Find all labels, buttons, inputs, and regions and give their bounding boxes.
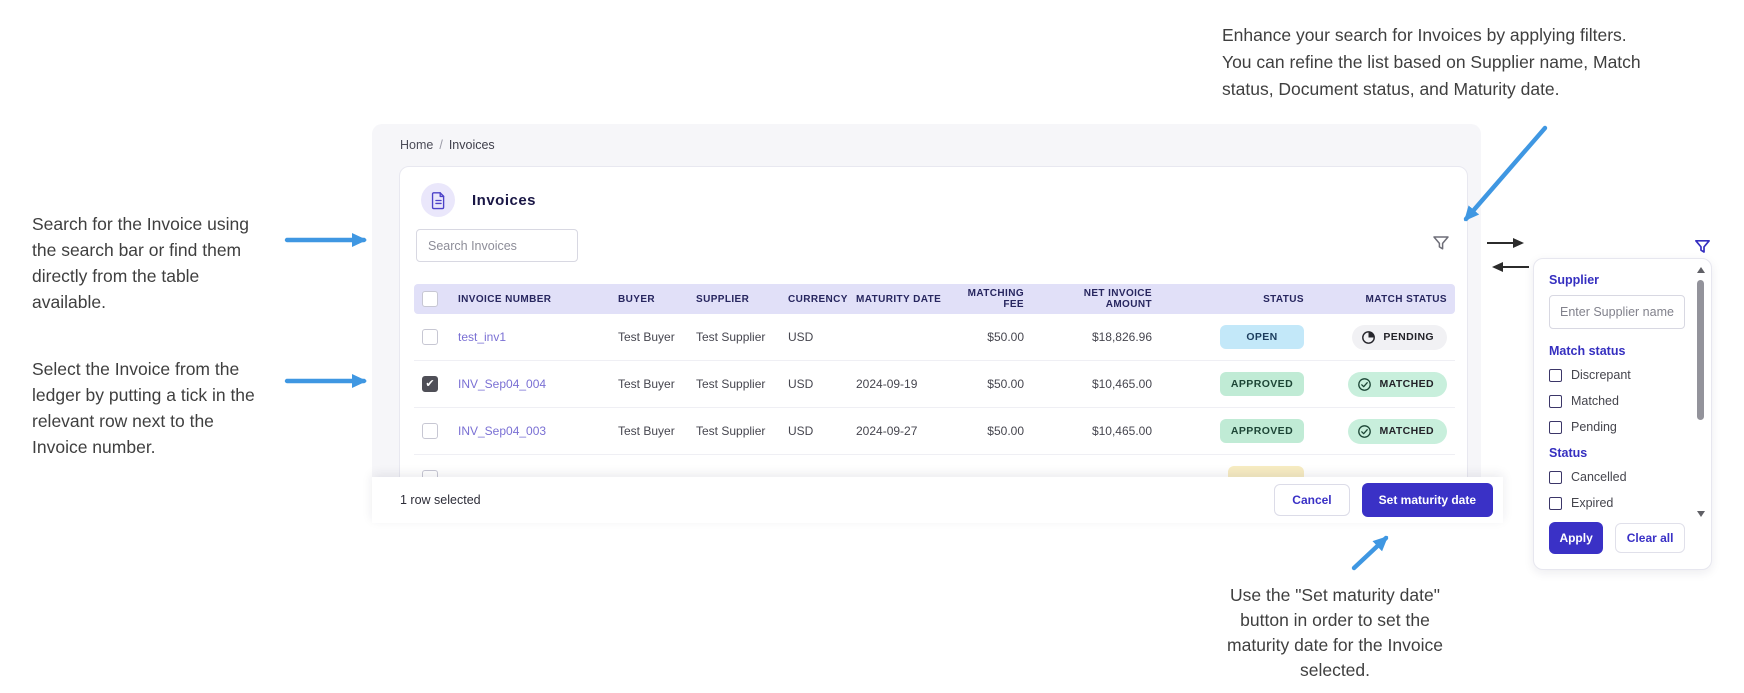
column-header: MATCH STATUS [1365, 293, 1447, 305]
column-header: MATCHING FEE [967, 288, 1024, 310]
filter-option-label: Cancelled [1571, 470, 1627, 484]
selection-footer: 1 row selected Cancel Set maturity date [372, 477, 1503, 523]
status-badge: OPEN [1220, 325, 1304, 349]
buyer-cell: Test Buyer [618, 377, 675, 391]
breadcrumb-home[interactable]: Home [400, 138, 433, 152]
scroll-up-icon[interactable] [1697, 267, 1705, 273]
supplier-cell: Test Supplier [696, 424, 766, 438]
column-header: MATURITY DATE [856, 293, 942, 305]
clear-all-button[interactable]: Clear all [1615, 523, 1685, 553]
annotation-set-maturity-note: Use the "Set maturity date" button in or… [1227, 585, 1443, 680]
column-header: CURRENCY [788, 293, 848, 305]
breadcrumb-separator: / [439, 138, 443, 152]
filter-icon[interactable] [1432, 234, 1450, 252]
matching-fee-cell: $50.00 [987, 424, 1024, 438]
status-filter-label: Status [1549, 446, 1588, 460]
apply-button[interactable]: Apply [1549, 522, 1604, 554]
filter-option-label: Matched [1571, 394, 1619, 408]
supplier-name-input[interactable] [1549, 295, 1685, 329]
currency-cell: USD [788, 424, 814, 438]
annotation-select-note: Select the Invoice from the ledger by pu… [32, 359, 255, 457]
select-all-checkbox[interactable] [422, 291, 438, 307]
filter-checkbox[interactable] [1549, 394, 1562, 408]
column-header: STATUS [1263, 293, 1304, 305]
cancel-button[interactable]: Cancel [1274, 484, 1350, 516]
filter-checkbox[interactable] [1549, 420, 1562, 434]
buyer-cell: Test Buyer [618, 424, 675, 438]
currency-cell: USD [788, 330, 814, 344]
match-status-filter-label: Match status [1549, 344, 1626, 358]
table-header-row: INVOICE NUMBER BUYER SUPPLIER CURRENCY MATUR… [414, 284, 1455, 314]
check-circle-icon [1357, 377, 1372, 392]
match-status-badge: MATCHED [1348, 418, 1447, 444]
filter-checkbox[interactable] [1549, 368, 1562, 382]
scroll-down-icon[interactable] [1697, 511, 1705, 517]
status-badge: APPROVED [1220, 372, 1304, 396]
breadcrumb: Home / Invoices [400, 138, 495, 152]
match-status-badge: PENDING [1352, 324, 1447, 350]
table-row: INV_Sep04_003 Test Buyer Test Supplier U… [414, 408, 1455, 455]
status-option-expired[interactable]: Expired [1549, 496, 1685, 510]
supplier-filter-label: Supplier [1549, 273, 1600, 287]
column-header: INVOICE NUMBER [458, 293, 552, 305]
column-header: SUPPLIER [696, 293, 750, 305]
annotation-filters-note: Enhance your search for Invoices by appl… [1222, 25, 1641, 99]
column-header: BUYER [618, 293, 656, 305]
maturity-date-cell: 2024-09-27 [856, 424, 918, 438]
screenshot-canvas: Enhance your search for Invoices by appl… [0, 0, 1744, 693]
selection-count: 1 row selected [400, 493, 481, 507]
filter-checkbox[interactable] [1549, 496, 1562, 510]
pie-chart-icon [1361, 330, 1376, 345]
check-circle-icon [1357, 424, 1372, 439]
match-status-option-discrepant[interactable]: Discrepant [1549, 368, 1685, 382]
arrow-to-set-maturity-button [1351, 535, 1389, 571]
filter-option-label: Discrepant [1571, 368, 1631, 382]
set-maturity-date-button[interactable]: Set maturity date [1361, 483, 1493, 517]
matching-fee-cell: $50.00 [987, 330, 1024, 344]
filter-panel-icon[interactable] [1694, 238, 1711, 255]
table-body: test_inv1 Test Buyer Test Supplier USD $… [414, 314, 1455, 455]
status-badge: APPROVED [1220, 419, 1304, 443]
maturity-date-cell: 2024-09-19 [856, 377, 918, 391]
scrollbar-thumb[interactable] [1697, 280, 1704, 420]
search-input[interactable] [416, 229, 578, 262]
scrollbar[interactable] [1696, 267, 1706, 517]
table-row: INV_Sep04_004 Test Buyer Test Supplier U… [414, 361, 1455, 408]
status-options: Cancelled Expired [1549, 470, 1685, 510]
table-row: test_inv1 Test Buyer Test Supplier USD $… [414, 314, 1455, 361]
invoice-document-icon [421, 183, 455, 217]
annotation-search-note: Search for the Invoice using the search … [32, 214, 249, 312]
matching-fee-cell: $50.00 [987, 377, 1024, 391]
supplier-cell: Test Supplier [696, 377, 766, 391]
filter-checkbox[interactable] [1549, 470, 1562, 484]
page-title: Invoices [472, 191, 537, 209]
invoices-table: INVOICE NUMBER BUYER SUPPLIER CURRENCY MATUR… [414, 284, 1455, 477]
filter-option-label: Pending [1571, 420, 1617, 434]
invoice-number-link[interactable]: INV_Sep04_003 [458, 424, 546, 438]
card-header: Invoices [421, 183, 536, 217]
row-checkbox[interactable] [422, 423, 438, 439]
app-window: Home / Invoices Invoices Search Invoices… [372, 124, 1481, 478]
invoice-number-link[interactable]: test_inv1 [458, 330, 506, 344]
net-invoice-amount-cell: $10,465.00 [1091, 424, 1152, 438]
invoices-card: Invoices INVOICE NUMBER BUYER SUPPLIER CURR… [399, 166, 1468, 478]
match-status-options: Discrepant Matched Pending [1549, 368, 1685, 434]
filter-option-label: Expired [1571, 496, 1614, 510]
breadcrumb-current: Invoices [448, 138, 495, 152]
invoice-number-link[interactable]: INV_Sep04_004 [458, 377, 546, 391]
row-checkbox[interactable] [422, 376, 438, 392]
currency-cell: USD [788, 377, 814, 391]
supplier-cell: Test Supplier [696, 330, 766, 344]
match-status-option-pending[interactable]: Pending [1549, 420, 1685, 434]
row-checkbox[interactable] [422, 329, 438, 345]
table-row-partial [414, 455, 1455, 477]
net-invoice-amount-cell: $10,465.00 [1091, 377, 1152, 391]
column-header: NET INVOICE AMOUNT [1083, 288, 1152, 310]
match-status-option-matched[interactable]: Matched [1549, 394, 1685, 408]
status-option-cancelled[interactable]: Cancelled [1549, 470, 1685, 484]
match-status-badge: MATCHED [1348, 371, 1447, 397]
net-invoice-amount-cell: $18,826.96 [1091, 330, 1152, 344]
buyer-cell: Test Buyer [618, 330, 675, 344]
filter-panel: Supplier Match status Discrepant Matched… [1533, 258, 1712, 570]
